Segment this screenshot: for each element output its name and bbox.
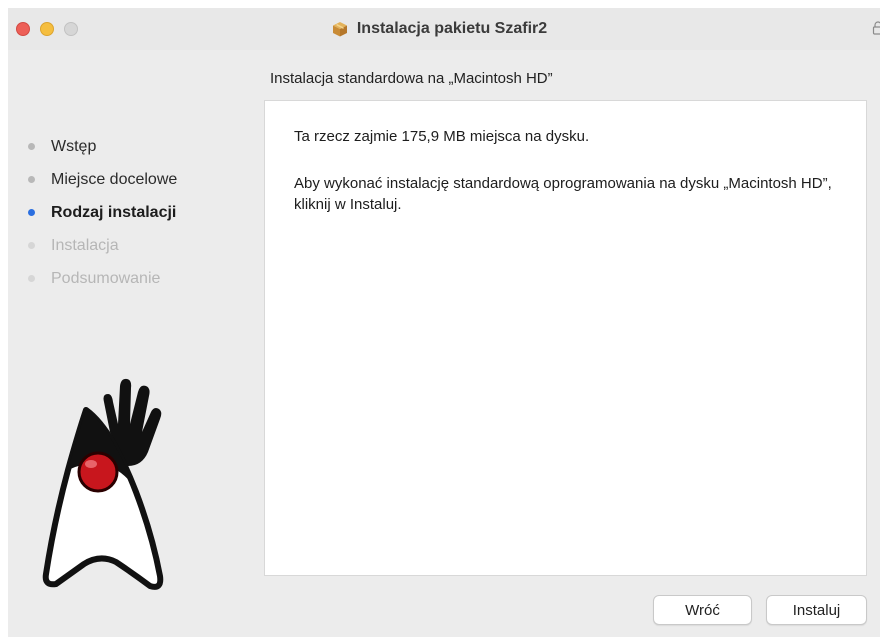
window-title-group: Instalacja pakietu Szafir2	[8, 8, 880, 50]
step-status-dot	[28, 242, 35, 249]
step-item-summary: Podsumowanie	[28, 262, 177, 295]
installer-window: Instalacja pakietu Szafir2 Instalacja st…	[8, 8, 880, 637]
installer-steps-sidebar: Wstęp Miejsce docelowe Rodzaj instalacji…	[28, 130, 177, 295]
step-label: Instalacja	[51, 236, 119, 254]
step-label: Rodzaj instalacji	[51, 203, 177, 221]
step-status-dot	[28, 275, 35, 282]
lock-icon[interactable]	[872, 21, 880, 35]
step-label: Wstęp	[51, 137, 97, 155]
title-bar: Instalacja pakietu Szafir2	[8, 8, 880, 50]
step-item-intro: Wstęp	[28, 130, 177, 163]
window-title: Instalacja pakietu Szafir2	[356, 20, 548, 37]
package-icon	[332, 22, 347, 37]
step-item-installation-type: Rodzaj instalacji	[28, 196, 177, 229]
install-instruction-text: Aby wykonać instalację standardową oprog…	[294, 175, 832, 213]
java-duke-mascot	[42, 378, 164, 590]
disk-space-text: Ta rzecz zajmie 175,9 MB miejsca na dysk…	[294, 128, 590, 145]
step-label: Podsumowanie	[51, 269, 161, 287]
step-status-dot	[28, 176, 35, 183]
install-button[interactable]: Instaluj	[766, 595, 867, 625]
step-status-dot	[28, 143, 35, 150]
step-item-destination: Miejsce docelowe	[28, 163, 177, 196]
content-panel: Ta rzecz zajmie 175,9 MB miejsca na dysk…	[264, 100, 867, 576]
step-label: Miejsce docelowe	[51, 170, 178, 188]
back-button[interactable]: Wróć	[653, 595, 752, 625]
step-status-dot-active	[28, 209, 35, 216]
step-item-installation: Instalacja	[28, 229, 177, 262]
page-subtitle: Instalacja standardowa na „Macintosh HD”	[270, 70, 553, 87]
